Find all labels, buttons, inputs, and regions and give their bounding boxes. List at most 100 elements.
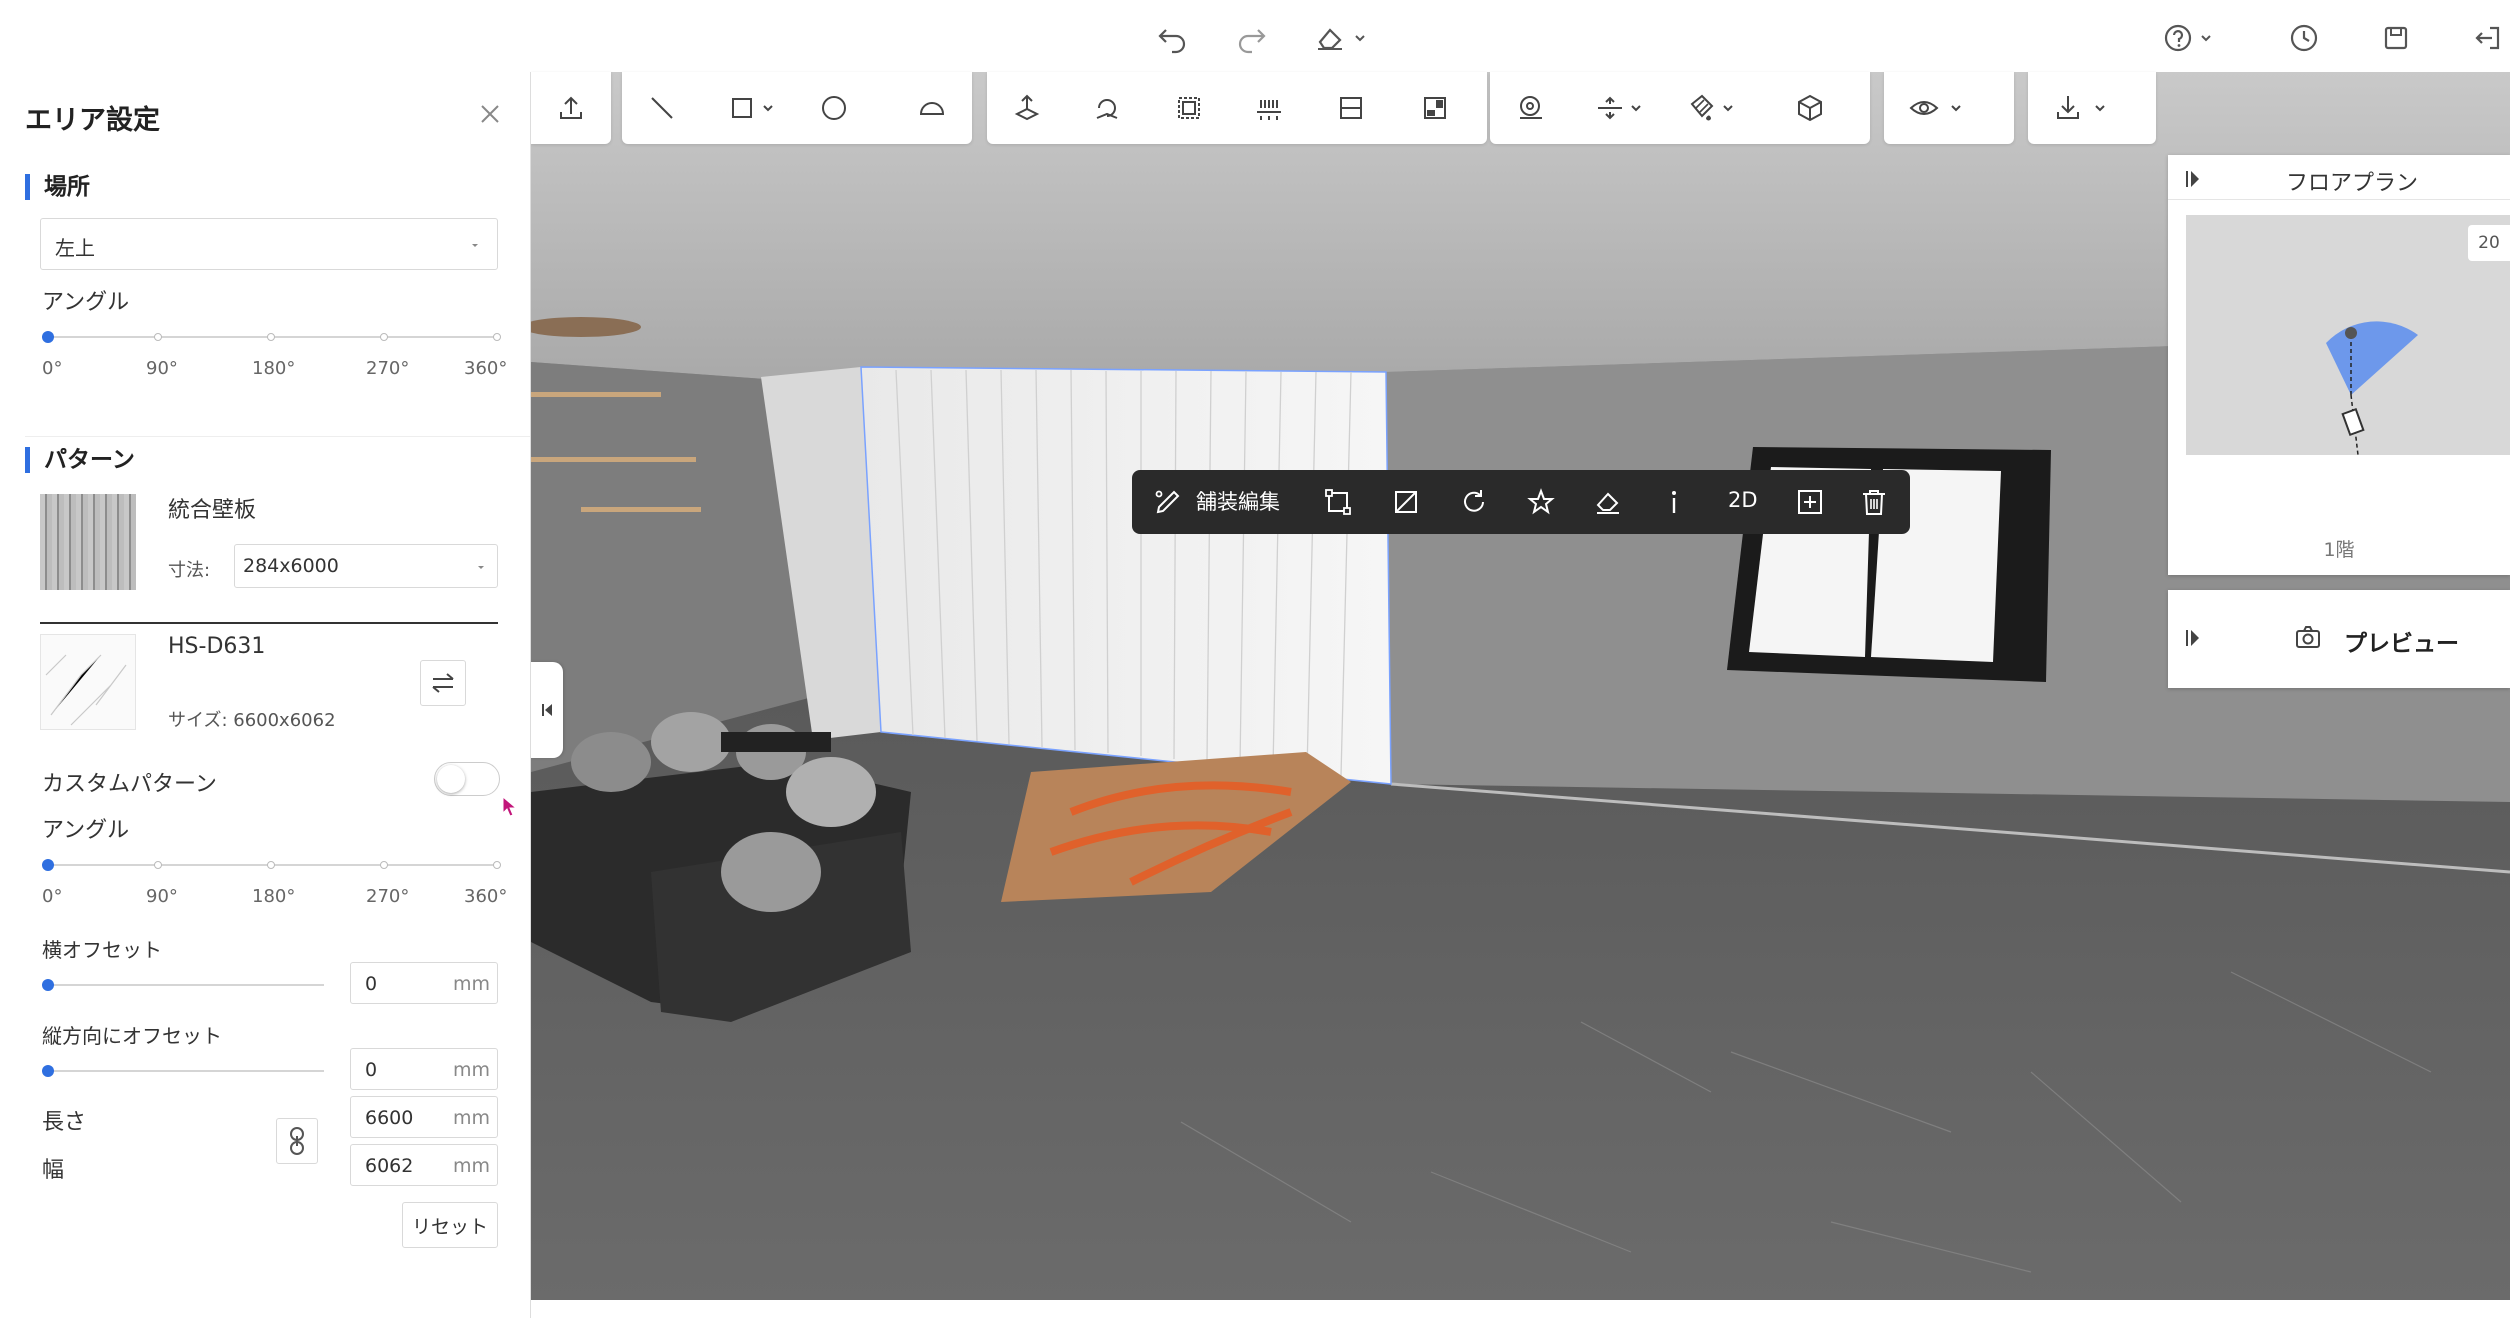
redo-icon[interactable] xyxy=(1232,18,1272,58)
tick-label: 0° xyxy=(42,358,63,379)
preview-title[interactable]: プレビュー xyxy=(2344,624,2459,658)
favorite-star-icon[interactable] xyxy=(1521,482,1561,522)
v-offset-slider[interactable] xyxy=(42,1058,324,1084)
help-icon[interactable] xyxy=(2158,18,2198,58)
circle-tool-icon[interactable] xyxy=(814,88,854,128)
chevron-down-icon[interactable] xyxy=(1626,88,1646,128)
camera-icon xyxy=(2294,624,2322,650)
pattern-thumbnail[interactable] xyxy=(40,494,136,590)
split-panel-icon[interactable] xyxy=(1331,88,1371,128)
size-select-value: 284x6000 xyxy=(243,555,339,577)
layout-icon[interactable] xyxy=(1415,88,1455,128)
eye-icon[interactable] xyxy=(1904,88,1944,128)
pattern-angle-label: アングル xyxy=(42,818,130,843)
length-value: 6600 xyxy=(365,1107,414,1129)
link-ratio-button[interactable] xyxy=(276,1118,318,1164)
measure-icon[interactable] xyxy=(1510,88,1550,128)
angle-slider[interactable]: 0° 90° 180° 270° 360° xyxy=(42,322,507,412)
delete-icon[interactable] xyxy=(1854,482,1894,522)
custom-pattern-toggle[interactable] xyxy=(434,762,500,796)
pattern-name: 統合壁板 xyxy=(168,498,257,523)
length-input[interactable]: 6600 mm xyxy=(350,1096,498,1138)
top-bar xyxy=(0,0,2510,73)
floorplan-minimap[interactable] xyxy=(2186,215,2510,455)
material-cube-icon[interactable] xyxy=(1790,88,1830,128)
undo-icon[interactable] xyxy=(1152,18,1192,58)
extrude-icon[interactable] xyxy=(1007,88,1047,128)
slider-handle[interactable] xyxy=(42,979,54,991)
link-icon xyxy=(290,1127,304,1155)
pattern-section-title: パターン xyxy=(25,447,135,473)
info-icon[interactable] xyxy=(1654,482,1694,522)
edit-tools-group xyxy=(987,72,1487,144)
v-offset-input[interactable]: 0 mm xyxy=(350,1048,498,1090)
chevron-down-icon[interactable] xyxy=(1718,88,1738,128)
expand-icon[interactable] xyxy=(2184,626,2202,650)
level-icon[interactable] xyxy=(1590,88,1630,128)
arc-tool-icon[interactable] xyxy=(912,88,952,128)
tick-label: 0° xyxy=(42,886,63,907)
location-select[interactable]: 左上 xyxy=(40,218,498,270)
slider-handle[interactable] xyxy=(42,331,54,343)
location-section-title: 場所 xyxy=(25,174,90,200)
width-input[interactable]: 6062 mm xyxy=(350,1144,498,1186)
length-label: 長さ xyxy=(42,1110,87,1135)
h-offset-value: 0 xyxy=(365,973,378,995)
h-offset-input[interactable]: 0 mm xyxy=(350,962,498,1004)
chevron-down-icon[interactable] xyxy=(758,88,778,128)
pavement-edit-icon[interactable] xyxy=(1148,482,1188,522)
camera-icon[interactable] xyxy=(2341,407,2365,437)
unit-label: mm xyxy=(453,973,491,995)
camera-target-icon[interactable] xyxy=(2345,327,2357,339)
history-icon[interactable] xyxy=(2284,18,2324,58)
floor-label[interactable]: 1階 xyxy=(2168,535,2510,562)
tick-label: 360° xyxy=(464,886,508,907)
align-icon[interactable] xyxy=(1249,88,1289,128)
chevron-down-icon[interactable] xyxy=(2090,88,2110,128)
expand-icon[interactable] xyxy=(2184,167,2202,191)
eraser-icon[interactable] xyxy=(1310,18,1350,58)
slider-handle[interactable] xyxy=(42,859,54,871)
close-icon[interactable] xyxy=(476,100,504,128)
save-icon[interactable] xyxy=(2376,18,2416,58)
line-tool-icon[interactable] xyxy=(642,88,682,128)
material-thumbnail[interactable] xyxy=(40,634,136,730)
rotate-icon[interactable] xyxy=(1454,482,1494,522)
transform-icon[interactable] xyxy=(1318,482,1358,522)
material-code: HS-D631 xyxy=(168,634,266,659)
add-copy-icon[interactable] xyxy=(1790,482,1830,522)
swap-material-button[interactable] xyxy=(420,660,466,706)
floorplan-panel: フロアプラン 20 1階 xyxy=(2168,155,2510,575)
slope-icon[interactable] xyxy=(1386,482,1426,522)
view-mode-badge[interactable]: 20 xyxy=(2468,225,2510,261)
slider-handle[interactable] xyxy=(42,1065,54,1077)
size-label: 寸法: xyxy=(168,560,211,581)
paint-icon[interactable] xyxy=(1682,88,1722,128)
divider xyxy=(2168,199,2510,200)
chevron-down-icon[interactable] xyxy=(2196,18,2216,58)
tick-label: 270° xyxy=(366,358,410,379)
reset-button[interactable]: リセット xyxy=(402,1202,498,1248)
divider xyxy=(40,622,498,624)
dropdown-arrow-icon xyxy=(478,566,484,569)
rotate-surface-icon[interactable] xyxy=(1087,88,1127,128)
chevron-down-icon[interactable] xyxy=(1946,88,1966,128)
preview-panel: プレビュー xyxy=(2168,590,2510,688)
rectangle-tool-icon[interactable] xyxy=(722,88,762,128)
frame-select-icon[interactable] xyxy=(1169,88,1209,128)
upload-icon[interactable] xyxy=(551,88,591,128)
collapse-panel-handle[interactable] xyxy=(531,662,563,758)
chevron-down-icon[interactable] xyxy=(1350,18,1370,58)
custom-pattern-label: カスタムパターン xyxy=(42,772,217,797)
h-offset-slider[interactable] xyxy=(42,972,324,998)
eraser-icon[interactable] xyxy=(1588,482,1628,522)
exit-icon[interactable] xyxy=(2468,18,2508,58)
view-2d-button[interactable]: 2D xyxy=(1728,488,1758,512)
tick-label: 360° xyxy=(464,358,508,379)
size-select[interactable]: 284x6000 xyxy=(234,544,498,588)
pattern-angle-slider[interactable]: 0° 90° 180° 270° 360° xyxy=(42,850,507,940)
status-bar xyxy=(531,1300,2510,1318)
unit-label: mm xyxy=(453,1155,491,1177)
pavement-edit-label[interactable]: 舗装編集 xyxy=(1196,486,1280,516)
download-icon[interactable] xyxy=(2048,88,2088,128)
